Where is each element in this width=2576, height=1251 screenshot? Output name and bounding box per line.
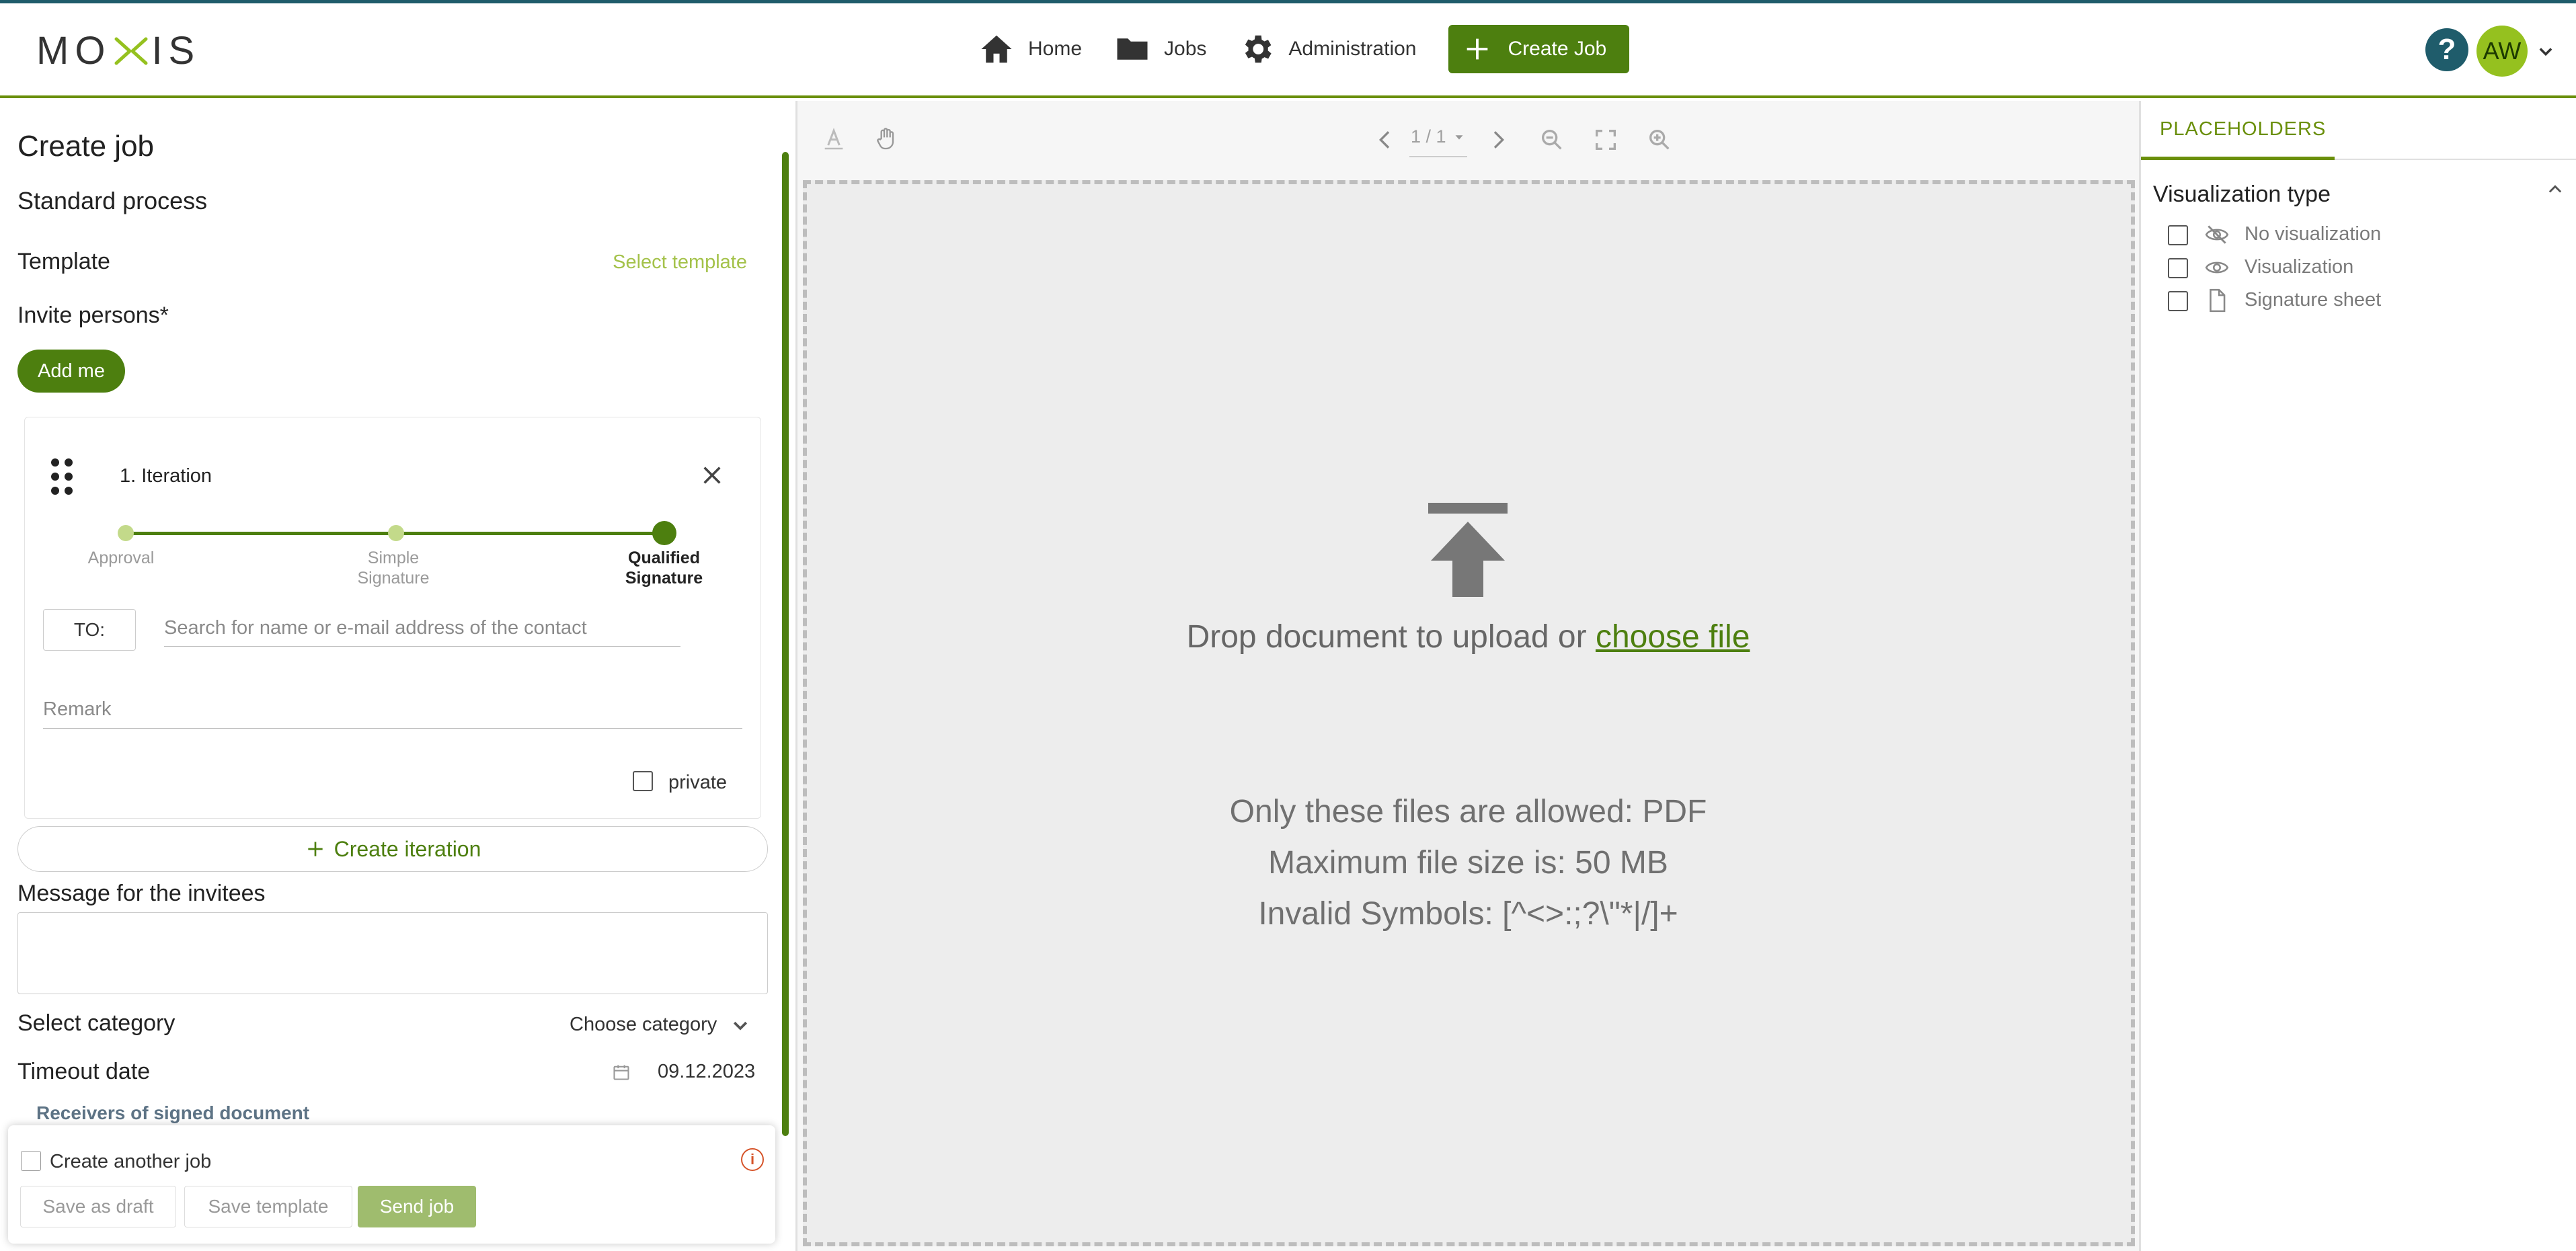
invalid-symbols-text: Invalid Symbols: [^<>:;?\"*|/]+ bbox=[1258, 896, 1678, 932]
calendar-icon bbox=[613, 1065, 629, 1080]
tab-underline bbox=[2335, 159, 2576, 160]
page-title: Create job bbox=[17, 130, 155, 163]
create-another-label: Create another job bbox=[50, 1151, 212, 1172]
main-nav: Home Jobs Administration Create Job bbox=[978, 24, 1630, 74]
visualization-checkbox[interactable] bbox=[2168, 258, 2188, 278]
drag-handle-icon[interactable] bbox=[50, 457, 74, 496]
logo-x-mark bbox=[114, 33, 149, 68]
page-indicator-underline bbox=[1409, 156, 1467, 157]
contact-search-input[interactable] bbox=[164, 610, 680, 647]
hand-tool-icon[interactable] bbox=[873, 125, 900, 152]
close-icon[interactable] bbox=[701, 464, 724, 487]
stage-label-approval: Approval bbox=[87, 549, 155, 567]
folder-icon bbox=[1117, 38, 1148, 60]
receivers-label: Receivers of signed document bbox=[36, 1102, 310, 1123]
logo-wordmark: MO IS bbox=[36, 28, 201, 73]
fit-page-icon[interactable] bbox=[1592, 126, 1619, 153]
plus-icon bbox=[1467, 38, 1488, 60]
create-iteration-button[interactable]: Create iteration bbox=[17, 826, 768, 872]
home-icon bbox=[981, 35, 1012, 63]
previous-page-icon[interactable] bbox=[1372, 126, 1399, 153]
message-label: Message for the invitees bbox=[17, 881, 266, 906]
send-job-button[interactable]: Send job bbox=[358, 1186, 476, 1227]
drop-instruction: Drop document to upload or choose file bbox=[797, 618, 2139, 655]
select-template-link[interactable]: Select template bbox=[613, 251, 747, 274]
timeout-date-value: 09.12.2023 bbox=[658, 1061, 756, 1082]
signature-sheet-label: Signature sheet bbox=[2245, 289, 2382, 311]
invite-persons-label: Invite persons* bbox=[17, 302, 169, 328]
create-another-checkbox[interactable] bbox=[21, 1151, 41, 1171]
zoom-in-icon[interactable] bbox=[1646, 126, 1673, 153]
tab-placeholders[interactable]: PLACEHOLDERS bbox=[2141, 102, 2335, 160]
nav-jobs[interactable]: Jobs bbox=[1114, 24, 1206, 74]
timeout-label: Timeout date bbox=[17, 1059, 151, 1084]
moxis-logo[interactable]: MO IS bbox=[36, 27, 200, 74]
zoom-out-icon[interactable] bbox=[1538, 126, 1565, 153]
gear-icon bbox=[1245, 35, 1272, 63]
save-draft-button[interactable]: Save as draft bbox=[20, 1186, 176, 1227]
process-label: Standard process bbox=[17, 187, 208, 214]
chevron-up-icon[interactable] bbox=[2546, 180, 2565, 199]
category-select[interactable]: Choose category bbox=[570, 1014, 750, 1036]
stage-label-simple-signature: Simple Signature bbox=[357, 549, 430, 588]
left-panel-scrollbar[interactable] bbox=[782, 152, 789, 1136]
upload-dropzone[interactable] bbox=[803, 180, 2135, 1246]
stage-dot-simple-signature[interactable] bbox=[388, 525, 404, 541]
category-select-value: Choose category bbox=[570, 1014, 717, 1035]
eye-icon bbox=[2205, 261, 2229, 274]
next-page-icon[interactable] bbox=[1485, 126, 1512, 153]
allowed-files-text: Only these files are allowed: PDF bbox=[1229, 794, 1707, 830]
chevron-down-icon bbox=[734, 1021, 748, 1031]
document-icon bbox=[2210, 288, 2226, 313]
drop-instruction-text: Drop document to upload or bbox=[1186, 619, 1587, 655]
save-template-button[interactable]: Save template bbox=[184, 1186, 352, 1227]
stage-dot-approval[interactable] bbox=[118, 525, 134, 541]
message-textarea[interactable] bbox=[17, 912, 768, 994]
create-iteration-label: Create iteration bbox=[334, 836, 481, 861]
stage-label-qualified-signature: Qualified Signature bbox=[625, 549, 703, 588]
timeout-date-field[interactable]: 09.12.2023 bbox=[612, 1061, 755, 1083]
add-me-button[interactable]: Add me bbox=[17, 350, 125, 393]
choose-file-link[interactable]: choose file bbox=[1596, 619, 1750, 655]
chevron-down-icon[interactable] bbox=[2536, 42, 2555, 60]
nav-home-label: Home bbox=[1028, 38, 1083, 60]
info-icon[interactable]: i bbox=[741, 1148, 764, 1171]
iteration-title: 1. Iteration bbox=[120, 465, 212, 487]
max-size-text: Maximum file size is: 50 MB bbox=[1268, 845, 1668, 881]
no-visualization-label: No visualization bbox=[2245, 223, 2382, 245]
upload-icon bbox=[1428, 503, 1508, 597]
signature-sheet-checkbox[interactable] bbox=[2168, 291, 2188, 311]
nav-administration-label: Administration bbox=[1288, 38, 1417, 60]
remark-field[interactable] bbox=[43, 691, 742, 729]
visualization-type-title: Visualization type bbox=[2153, 181, 2331, 207]
user-avatar[interactable]: AW bbox=[2476, 26, 2528, 77]
page-indicator[interactable]: 1 / 1 bbox=[1411, 126, 1467, 147]
create-job-button[interactable]: Create Job bbox=[1448, 25, 1630, 73]
recipient-type-button[interactable]: TO: bbox=[43, 609, 136, 651]
no-visualization-checkbox[interactable] bbox=[2168, 225, 2188, 245]
nav-administration[interactable]: Administration bbox=[1239, 24, 1416, 74]
private-label: private bbox=[668, 772, 728, 793]
category-label: Select category bbox=[17, 1010, 175, 1036]
stage-dot-qualified-signature[interactable] bbox=[652, 521, 676, 545]
nav-home[interactable]: Home bbox=[978, 24, 1082, 74]
help-icon[interactable]: ? bbox=[2425, 28, 2468, 71]
create-job-label: Create Job bbox=[1508, 38, 1607, 60]
eye-off-icon bbox=[2205, 225, 2229, 244]
plus-icon bbox=[307, 842, 323, 856]
caret-down-icon bbox=[1455, 134, 1463, 140]
template-label: Template bbox=[17, 249, 110, 274]
page-indicator-value: 1 / 1 bbox=[1411, 126, 1446, 147]
visualization-label: Visualization bbox=[2245, 256, 2354, 278]
private-checkbox[interactable] bbox=[633, 771, 653, 791]
text-select-icon[interactable] bbox=[820, 125, 847, 152]
nav-jobs-label: Jobs bbox=[1164, 38, 1207, 60]
